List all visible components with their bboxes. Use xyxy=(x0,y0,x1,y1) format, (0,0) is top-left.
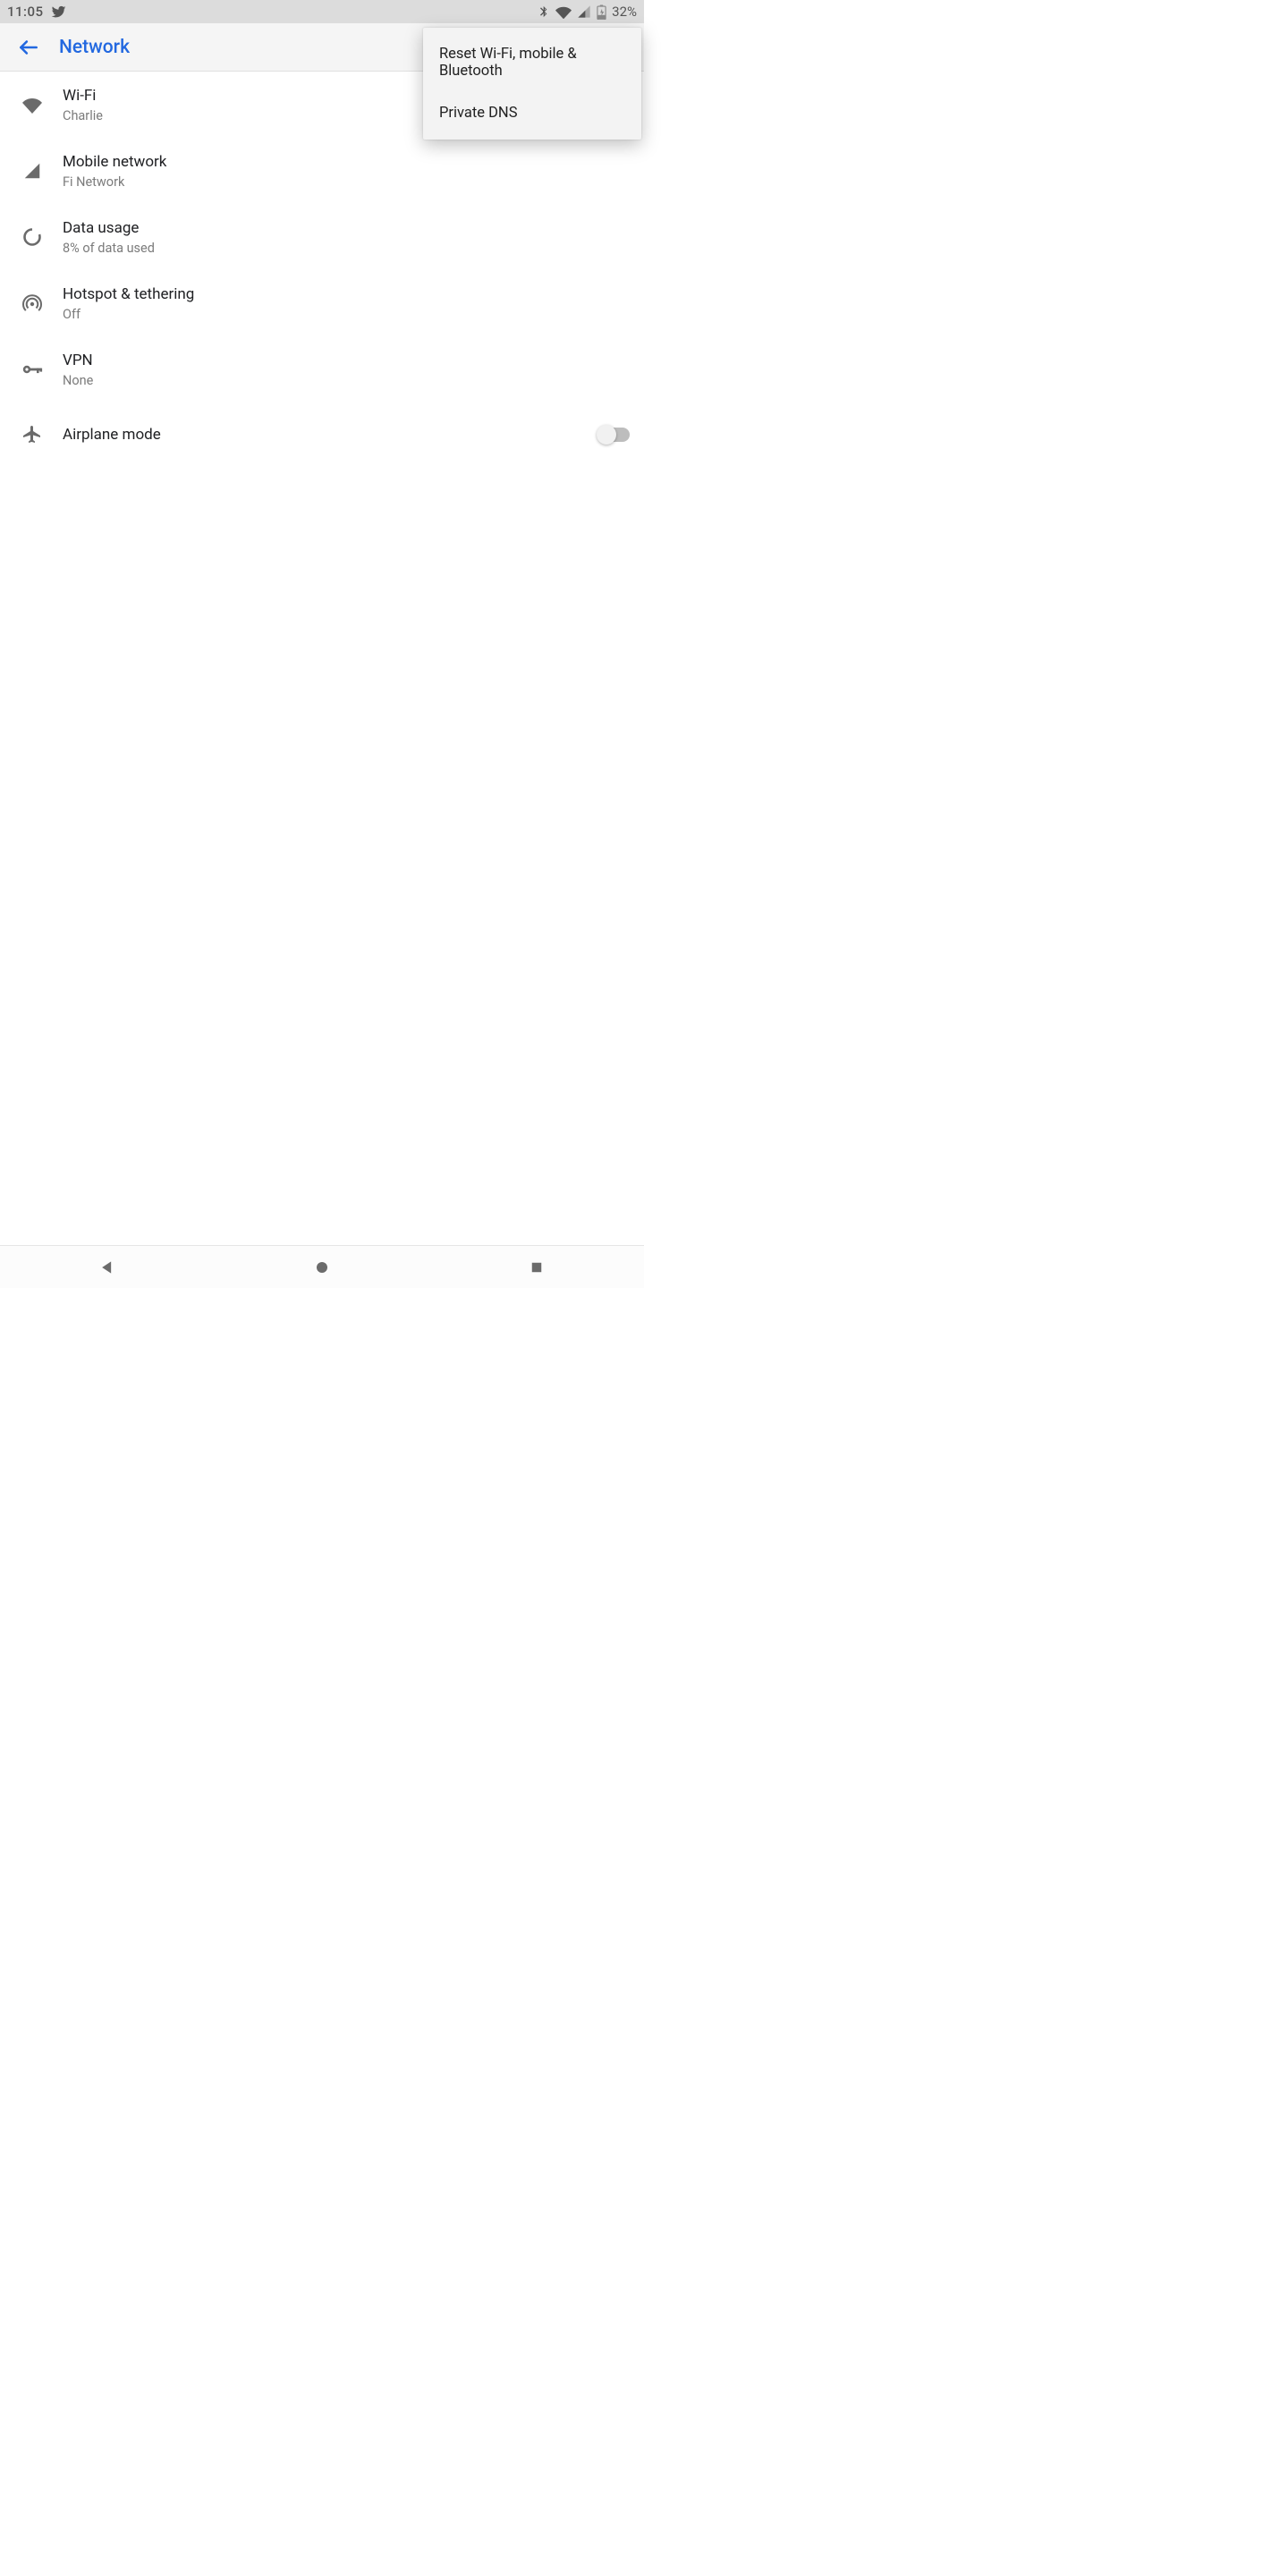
airplane-mode-toggle[interactable] xyxy=(599,428,630,442)
page-title: Network xyxy=(59,37,130,58)
mobile-network-subtitle: Fi Network xyxy=(63,174,630,190)
back-button[interactable] xyxy=(9,28,48,67)
hotspot-row[interactable]: Hotspot & tethering Off xyxy=(0,270,644,336)
airplane-mode-row[interactable]: Airplane mode xyxy=(0,402,644,467)
data-usage-icon xyxy=(14,226,50,248)
mobile-network-title: Mobile network xyxy=(63,152,630,172)
status-bar: 11:05 32% xyxy=(0,0,644,23)
wifi-icon xyxy=(14,94,50,115)
data-usage-title: Data usage xyxy=(63,218,630,238)
battery-percent-label: 32% xyxy=(612,4,637,20)
menu-item-reset-network[interactable]: Reset Wi-Fi, mobile & Bluetooth xyxy=(423,33,641,92)
cell-icon xyxy=(14,161,50,181)
hotspot-title: Hotspot & tethering xyxy=(63,284,630,304)
nav-back-button[interactable] xyxy=(89,1250,125,1285)
airplane-mode-title: Airplane mode xyxy=(63,425,599,445)
airplane-icon xyxy=(14,424,50,445)
twitter-notification-icon xyxy=(51,4,67,20)
vpn-key-icon xyxy=(14,359,50,380)
hotspot-subtitle: Off xyxy=(63,307,630,322)
cell-signal-icon xyxy=(577,4,591,19)
vpn-subtitle: None xyxy=(63,373,630,388)
nav-recent-button[interactable] xyxy=(519,1250,555,1285)
battery-icon xyxy=(597,4,606,20)
status-time: 11:05 xyxy=(7,4,44,20)
vpn-row[interactable]: VPN None xyxy=(0,336,644,402)
menu-item-private-dns[interactable]: Private DNS xyxy=(423,92,641,134)
vpn-title: VPN xyxy=(63,351,630,370)
wifi-status-icon xyxy=(555,4,572,19)
data-usage-row[interactable]: Data usage 8% of data used xyxy=(0,204,644,270)
nav-home-button[interactable] xyxy=(304,1250,340,1285)
mobile-network-row[interactable]: Mobile network Fi Network xyxy=(0,138,644,204)
hotspot-icon xyxy=(14,292,50,314)
system-nav-bar xyxy=(0,1245,644,1288)
data-usage-subtitle: 8% of data used xyxy=(63,241,630,256)
overflow-menu: Reset Wi-Fi, mobile & Bluetooth Private … xyxy=(423,28,641,140)
bluetooth-icon xyxy=(536,4,550,19)
